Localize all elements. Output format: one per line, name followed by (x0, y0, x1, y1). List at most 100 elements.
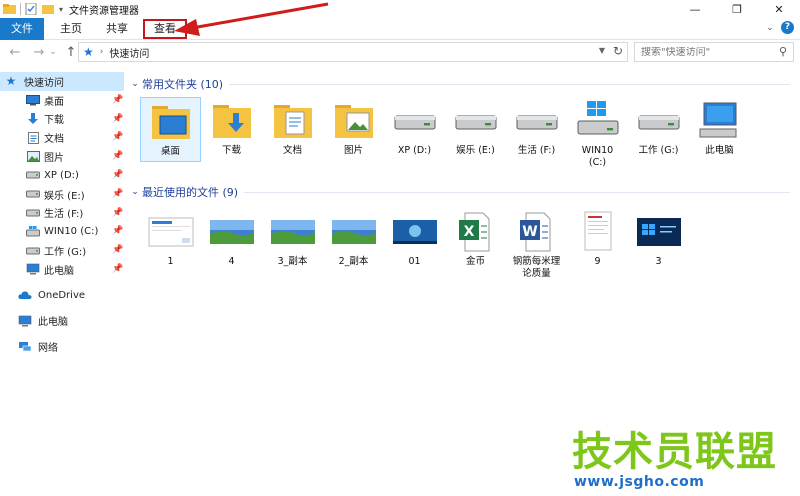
frequent-folders-list: 桌面 下载 文档 图片 XP (D:) 娱乐 (E:) 生活 (F:) WIN10 (C:) 工… (128, 97, 800, 172)
recent-item[interactable]: W 钢筋每米理 论质量 (506, 208, 567, 283)
frequent-item[interactable]: 下载 (201, 97, 262, 172)
computer-icon (26, 263, 40, 275)
recent-locations-button[interactable]: ⌄ (48, 43, 58, 61)
tab-share[interactable]: 共享 (94, 18, 140, 40)
download-folder-icon (207, 99, 257, 143)
frequent-item[interactable]: 此电脑 (689, 97, 750, 172)
sidebar-item-3[interactable]: 图片 📌 (0, 147, 124, 166)
sidebar-item-quick-access[interactable]: ★ 快速访问 (0, 72, 124, 91)
frequent-item[interactable]: 桌面 (140, 97, 201, 172)
recent-label: 3 (655, 256, 662, 267)
frequent-item[interactable]: 娱乐 (E:) (445, 97, 506, 172)
network-icon (18, 341, 32, 353)
search-box[interactable]: ⚲ (634, 42, 794, 62)
tab-view[interactable]: 查看 (142, 18, 188, 40)
search-input[interactable] (641, 46, 771, 58)
landscape-thumbnail-icon (329, 210, 379, 254)
close-button[interactable]: ✕ (758, 0, 800, 18)
pin-icon[interactable]: 📌 (112, 245, 123, 255)
documents-folder-icon (268, 99, 318, 143)
watermark-url: www.jsgho.com (574, 474, 705, 490)
recent-label: 4 (228, 256, 235, 267)
recent-item[interactable]: 9 (567, 208, 628, 283)
refresh-icon[interactable]: ↻ (613, 44, 623, 58)
frequent-item[interactable]: 生活 (F:) (506, 97, 567, 172)
svg-text:W: W (522, 224, 537, 240)
windows-drive-icon (26, 226, 40, 238)
star-icon: ★ (5, 74, 17, 89)
drive-icon (390, 99, 440, 143)
tab-file[interactable]: 文件 (0, 17, 44, 40)
sidebar-item-this-pc[interactable]: 此电脑 (0, 312, 124, 331)
pin-icon[interactable]: 📌 (112, 170, 123, 180)
sidebar-item-5[interactable]: 娱乐 (E:) 📌 (0, 185, 124, 204)
frequent-item[interactable]: 工作 (G:) (628, 97, 689, 172)
frequent-item[interactable]: 图片 (323, 97, 384, 172)
recent-files-header[interactable]: ⌄ 最近使用的文件 (9) (128, 182, 800, 202)
minimize-button[interactable]: — (674, 0, 716, 18)
properties-icon[interactable] (25, 3, 38, 15)
pin-icon[interactable]: 📌 (112, 132, 123, 142)
recent-item[interactable]: 01 (384, 208, 445, 283)
frequent-folders-header[interactable]: ⌄ 常用文件夹 (10) (128, 74, 800, 94)
tab-home[interactable]: 主页 (48, 18, 94, 40)
sidebar-item-6[interactable]: 生活 (F:) 📌 (0, 204, 124, 223)
sidebar-item-onedrive[interactable]: OneDrive (0, 286, 124, 305)
recent-item[interactable]: 3 (628, 208, 689, 283)
frequent-label: 工作 (G:) (638, 145, 679, 156)
pin-icon[interactable]: 📌 (112, 226, 123, 236)
ribbon-collapse-icon[interactable]: ⌄ (763, 23, 777, 33)
sidebar-item-label: 下载 (44, 115, 64, 127)
sidebar-item-1[interactable]: 下载 📌 (0, 110, 124, 129)
desktop-icon (26, 94, 40, 106)
explorer-app-icon[interactable] (3, 3, 16, 15)
pin-icon[interactable]: 📌 (112, 151, 123, 161)
breadcrumb-quick-access[interactable]: 快速访问 (109, 45, 149, 60)
ribbon-tabs: 文件 主页 共享 查看 ⌄ ? (0, 17, 800, 40)
chevron-down-icon[interactable]: ⌄ (128, 187, 142, 197)
cloud-icon (18, 289, 32, 301)
pin-icon[interactable]: 📌 (112, 189, 123, 199)
recent-item[interactable]: X 金币 (445, 208, 506, 283)
drive-icon (26, 245, 40, 257)
sidebar-item-9[interactable]: 此电脑 📌 (0, 260, 124, 279)
breadcrumb-separator-icon[interactable]: › (100, 47, 104, 57)
excel-file-icon: X (451, 210, 501, 254)
chevron-down-icon[interactable]: ⌄ (128, 79, 142, 89)
customize-toolbar-icon[interactable]: ▾ (59, 5, 63, 14)
new-folder-icon[interactable] (42, 3, 55, 15)
frequent-item[interactable]: WIN10 (C:) (567, 97, 628, 172)
sidebar-item-label: WIN10 (C:) (44, 226, 99, 238)
help-icon[interactable]: ? (781, 21, 794, 34)
computer-icon (695, 99, 745, 143)
frequent-label: 生活 (F:) (517, 145, 556, 156)
recent-item[interactable]: 4 (201, 208, 262, 283)
maximize-button[interactable]: ❐ (716, 0, 758, 18)
pin-icon[interactable]: 📌 (112, 208, 123, 218)
address-dropdown-icon[interactable]: ▼ (599, 46, 605, 55)
recent-item[interactable]: 1 (140, 208, 201, 283)
back-button[interactable]: ← (6, 43, 24, 61)
drive-icon (26, 188, 40, 200)
sidebar-item-0[interactable]: 桌面 📌 (0, 91, 124, 110)
sidebar-item-8[interactable]: 工作 (G:) 📌 (0, 241, 124, 260)
pin-icon[interactable]: 📌 (112, 114, 123, 124)
recent-label: 01 (408, 256, 421, 267)
recent-item[interactable]: 3_副本 (262, 208, 323, 283)
address-bar[interactable]: ★ › 快速访问 ▼ ↻ (78, 42, 628, 62)
windows-drive-icon (573, 99, 623, 143)
frequent-item[interactable]: XP (D:) (384, 97, 445, 172)
forward-button[interactable]: → (30, 43, 48, 61)
frequent-item[interactable]: 文档 (262, 97, 323, 172)
recent-label: 9 (594, 256, 601, 267)
sidebar-item-7[interactable]: WIN10 (C:) 📌 (0, 222, 124, 241)
sidebar-item-4[interactable]: XP (D:) 📌 (0, 166, 124, 185)
sidebar-item-label: 生活 (F:) (44, 209, 84, 221)
sidebar-item-2[interactable]: 文档 📌 (0, 128, 124, 147)
pin-icon[interactable]: 📌 (112, 264, 123, 274)
sidebar-item-network[interactable]: 网络 (0, 337, 124, 356)
recent-item[interactable]: 2_副本 (323, 208, 384, 283)
pin-icon[interactable]: 📌 (112, 95, 123, 105)
recent-label: 钢筋每米理 论质量 (512, 256, 561, 279)
title-bar: ▾ 文件资源管理器 — ❐ ✕ (0, 0, 800, 18)
